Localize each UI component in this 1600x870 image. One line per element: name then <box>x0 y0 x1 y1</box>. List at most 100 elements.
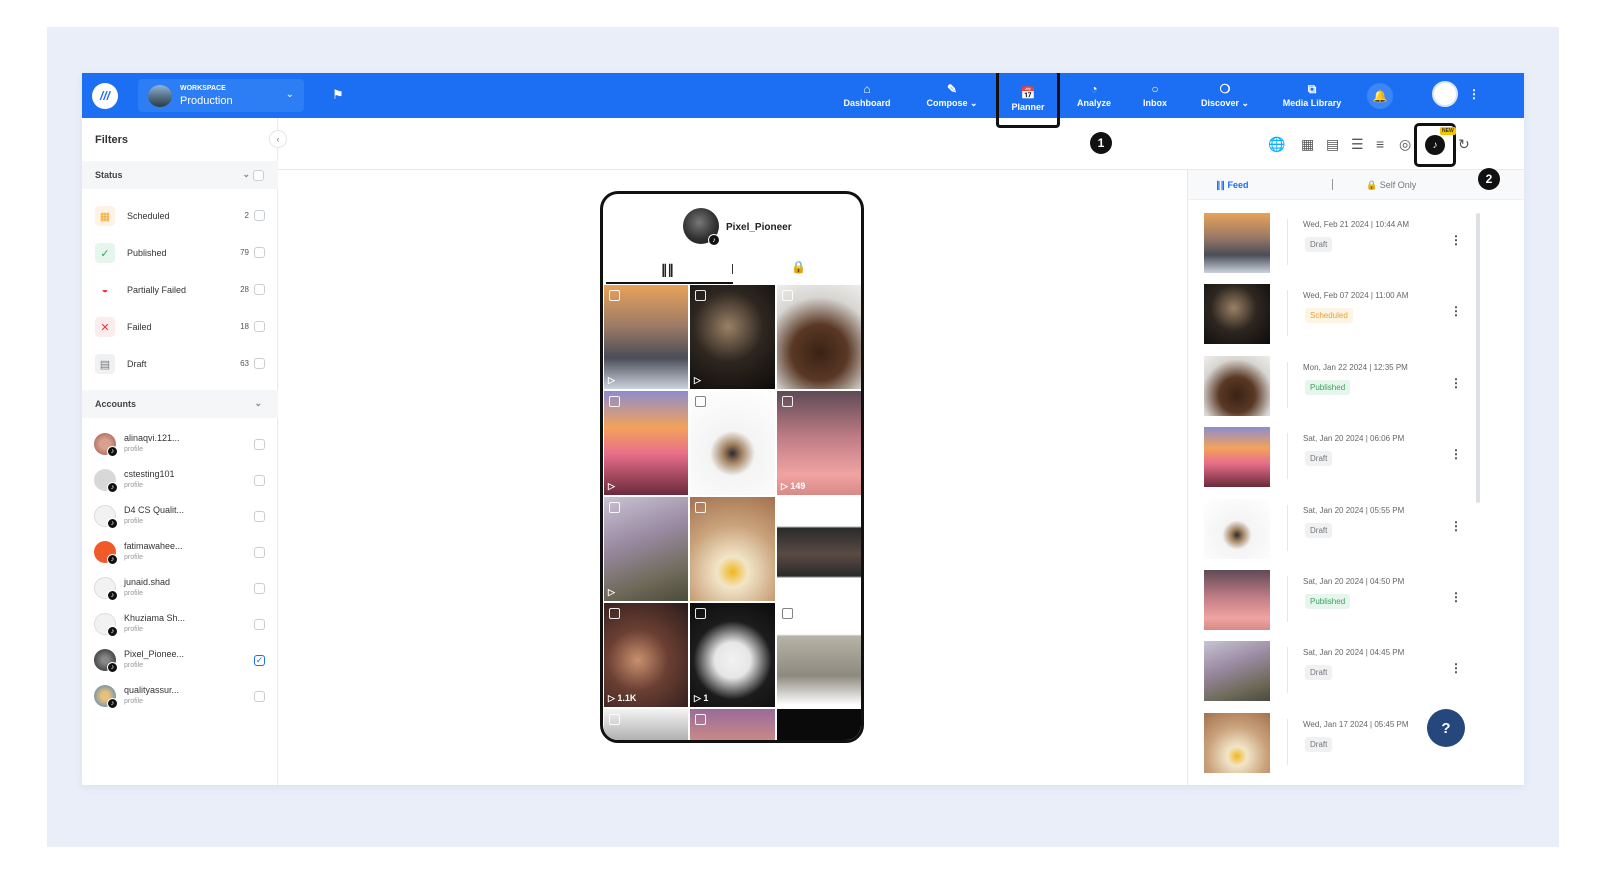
grid-video[interactable]: ▷ <box>690 285 775 389</box>
status-checkbox[interactable] <box>254 210 265 221</box>
more-options-icon[interactable]: ⋮ <box>1450 233 1462 247</box>
nav-analyze[interactable]: ◔ Analyze <box>1062 73 1126 118</box>
tiktok-icon: ♪ <box>1425 135 1445 155</box>
post-thumbnail[interactable] <box>1204 713 1270 773</box>
account-row[interactable]: ♪ Pixel_Pionee... profile ✓ <box>82 643 278 679</box>
flag-icon[interactable]: ⚑ <box>332 87 344 103</box>
status-checkbox[interactable] <box>254 321 265 332</box>
refresh-icon[interactable]: ↻ <box>1458 136 1470 153</box>
grid-video[interactable]: ▷ <box>604 285 688 389</box>
more-options-icon[interactable]: ⋮ <box>1450 661 1462 675</box>
post-thumbnail[interactable] <box>1204 356 1270 416</box>
tab-feed[interactable]: ∥∥ Feed <box>1216 180 1249 191</box>
instagram-grid-icon[interactable]: ◎ <box>1399 136 1411 153</box>
status-section-header[interactable]: Status ⌄ <box>82 161 278 189</box>
collapse-sidebar-button[interactable]: ‹ <box>269 130 287 148</box>
feed-item[interactable]: Mon, Jan 22 2024 | 12:35 PM Published ⋮ <box>1188 350 1508 420</box>
post-thumbnail[interactable] <box>1204 570 1270 630</box>
feed-item[interactable]: Sat, Jan 20 2024 | 06:06 PM Draft ⋮ <box>1188 421 1508 491</box>
post-thumbnail[interactable] <box>1204 427 1270 487</box>
grid-video[interactable]: ▷ 1.1K <box>604 603 688 707</box>
workspace-switcher[interactable]: WORKSPACE Production ⌄ <box>138 79 304 112</box>
grid-video[interactable]: ▷ 1 <box>690 603 775 707</box>
grid-video[interactable]: ▷ 149 <box>777 391 861 495</box>
post-status-icon <box>609 290 620 301</box>
feed-item[interactable]: Sat, Jan 20 2024 | 04:50 PM Published ⋮ <box>1188 564 1508 634</box>
status-select-all-checkbox[interactable] <box>253 170 264 181</box>
nav-compose[interactable]: ✎ Compose ⌄ <box>917 73 987 118</box>
feed-scrollbar[interactable] <box>1476 213 1480 503</box>
workspace-label: WORKSPACE <box>180 85 226 92</box>
grid-video[interactable] <box>690 709 775 740</box>
account-checkbox[interactable] <box>254 439 265 450</box>
account-row[interactable]: ♪ qualityassur... profile <box>82 679 278 715</box>
more-options-icon[interactable]: ⋮ <box>1468 87 1480 101</box>
step-marker-2: 2 <box>1478 168 1500 190</box>
account-row[interactable]: ♪ D4 CS Qualit... profile <box>82 499 278 535</box>
detailed-list-icon[interactable]: ≡ <box>1376 136 1384 152</box>
more-options-icon[interactable]: ⋮ <box>1450 519 1462 533</box>
post-thumbnail[interactable] <box>1204 641 1270 701</box>
post-thumbnail[interactable] <box>1204 284 1270 344</box>
account-checkbox[interactable] <box>254 583 265 594</box>
account-checkbox-checked[interactable]: ✓ <box>254 655 265 666</box>
grid-tab-icon[interactable]: ∥∥ <box>661 262 674 278</box>
status-row-published[interactable]: ✓ Published 79 <box>82 234 278 271</box>
grid-video[interactable] <box>777 285 861 389</box>
lock-icon[interactable]: 🔒 <box>791 260 806 274</box>
account-checkbox[interactable] <box>254 475 265 486</box>
calendar-view-icon[interactable]: ▦ <box>1301 136 1314 153</box>
app-logo[interactable]: /// <box>92 83 118 109</box>
more-options-icon[interactable]: ⋮ <box>1450 590 1462 604</box>
account-row[interactable]: ♪ fatimawahee... profile <box>82 535 278 571</box>
status-row-failed[interactable]: ✕ Failed 18 <box>82 308 278 345</box>
feed-item[interactable]: Sat, Jan 20 2024 | 04:45 PM Draft ⋮ <box>1188 635 1508 705</box>
list-view-icon[interactable]: ☰ <box>1351 136 1364 153</box>
nav-label: Analyze <box>1076 98 1111 108</box>
divider <box>1287 362 1288 408</box>
status-checkbox[interactable] <box>254 247 265 258</box>
help-button[interactable]: ? <box>1427 709 1465 747</box>
account-row[interactable]: ♪ Khuziama Sh... profile <box>82 607 278 643</box>
feed-item[interactable]: Sat, Jan 20 2024 | 05:55 PM Draft ⋮ <box>1188 493 1508 563</box>
post-thumbnail[interactable] <box>1204 213 1270 273</box>
nav-inbox[interactable]: ○ Inbox <box>1125 73 1185 118</box>
grid-video[interactable] <box>777 603 861 707</box>
account-checkbox[interactable] <box>254 691 265 702</box>
feed-item[interactable]: Wed, Feb 21 2024 | 10:44 AM Draft ⋮ <box>1188 207 1508 277</box>
bell-icon[interactable]: 🔔 <box>1367 83 1393 109</box>
account-checkbox[interactable] <box>254 511 265 522</box>
grid-video[interactable] <box>777 497 861 601</box>
grid-video[interactable]: ▷ <box>604 497 688 601</box>
account-row[interactable]: ♪ alinaqvi.121... profile <box>82 427 278 463</box>
more-options-icon[interactable]: ⋮ <box>1450 447 1462 461</box>
status-row-scheduled[interactable]: ▦ Scheduled 2 <box>82 197 278 234</box>
grid-video[interactable] <box>690 497 775 601</box>
accounts-section-header[interactable]: Accounts ⌄ <box>82 390 278 418</box>
status-row-partially-failed[interactable]: ◒ Partially Failed 28 <box>82 271 278 308</box>
account-row[interactable]: ♪ junaid.shad profile <box>82 571 278 607</box>
status-label: Failed <box>127 322 152 332</box>
nav-discover[interactable]: ❍ Discover ⌄ <box>1190 73 1260 118</box>
tab-self-only[interactable]: 🔒 Self Only <box>1366 180 1416 191</box>
more-options-icon[interactable]: ⋮ <box>1450 304 1462 318</box>
account-row[interactable]: ♪ cstesting101 profile <box>82 463 278 499</box>
calendar-icon: ▦ <box>95 206 115 226</box>
grid-video[interactable] <box>777 709 861 740</box>
feed-item[interactable]: Wed, Feb 07 2024 | 11:00 AM Scheduled ⋮ <box>1188 278 1508 348</box>
nav-dashboard[interactable]: ⌂ Dashboard <box>832 73 902 118</box>
nav-media-library[interactable]: ⧉ Media Library <box>1272 73 1352 118</box>
user-avatar[interactable] <box>1432 81 1458 107</box>
account-checkbox[interactable] <box>254 547 265 558</box>
account-checkbox[interactable] <box>254 619 265 630</box>
grid-video[interactable] <box>690 391 775 495</box>
status-checkbox[interactable] <box>254 284 265 295</box>
globe-icon[interactable]: 🌐 <box>1268 136 1285 153</box>
compact-view-icon[interactable]: ▤ <box>1326 136 1339 153</box>
more-options-icon[interactable]: ⋮ <box>1450 376 1462 390</box>
status-row-draft[interactable]: ▤ Draft 63 <box>82 345 278 382</box>
status-checkbox[interactable] <box>254 358 265 369</box>
grid-video[interactable] <box>604 709 688 740</box>
post-thumbnail[interactable] <box>1204 499 1270 559</box>
grid-video[interactable]: ▷ <box>604 391 688 495</box>
